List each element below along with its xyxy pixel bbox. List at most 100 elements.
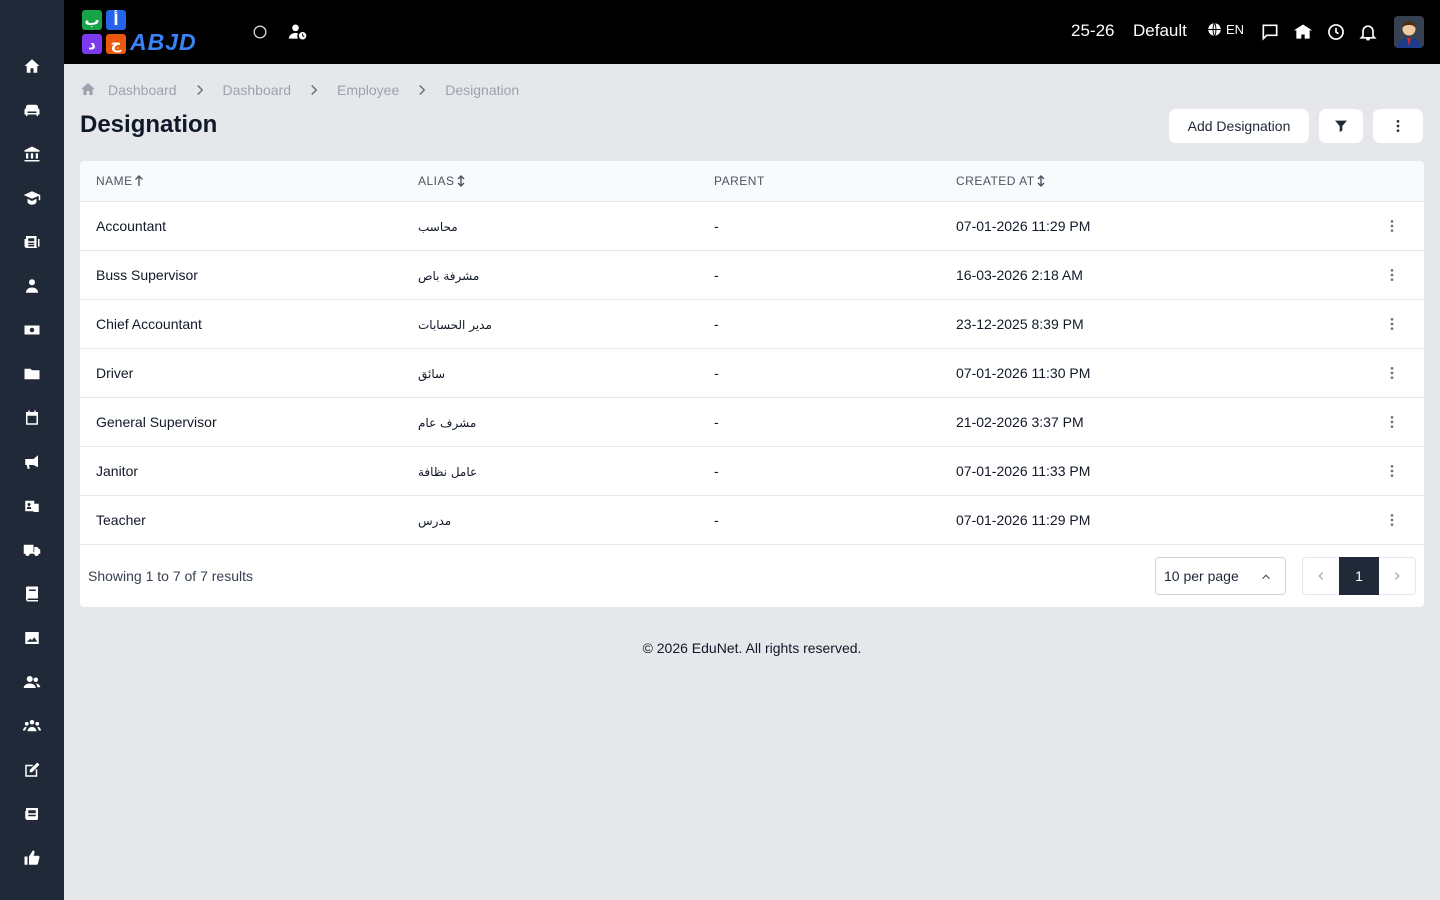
row-actions-icon[interactable] <box>1382 461 1402 481</box>
cell-parent: - <box>714 267 719 283</box>
book-icon[interactable] <box>22 584 42 604</box>
cell-alias: مدير الحسابات <box>418 318 492 332</box>
per-page-select[interactable]: 10 per page <box>1155 557 1286 595</box>
bell-icon[interactable] <box>1356 20 1380 44</box>
table-row[interactable]: Janitor عامل نظافة - 07-01-2026 11:33 PM <box>80 447 1424 496</box>
language-switcher[interactable]: EN <box>1207 22 1244 37</box>
sidebar <box>0 0 64 900</box>
calendar-icon[interactable] <box>22 408 42 428</box>
cell-created-at: 21-02-2026 3:37 PM <box>956 414 1084 430</box>
page-button-current[interactable]: 1 <box>1339 557 1379 595</box>
column-name[interactable]: NAME <box>96 174 144 188</box>
designation-table: NAME ALIAS PARENT CREATED AT Accountant … <box>80 161 1424 607</box>
logo-wordmark: ABJD <box>130 29 197 55</box>
sort-icon <box>1037 175 1045 187</box>
cell-parent: - <box>714 512 719 528</box>
cell-alias: مشرف عام <box>418 416 477 430</box>
table-row[interactable]: General Supervisor مشرف عام - 21-02-2026… <box>80 398 1424 447</box>
logo-letter: أ <box>106 10 126 30</box>
row-actions-icon[interactable] <box>1382 412 1402 432</box>
column-label: ALIAS <box>418 174 455 188</box>
cell-created-at: 16-03-2026 2:18 AM <box>956 267 1083 283</box>
cell-alias: محاسب <box>418 220 458 234</box>
table-row[interactable]: Accountant محاسب - 07-01-2026 11:29 PM <box>80 202 1424 251</box>
group-icon[interactable] <box>22 716 42 736</box>
home-icon[interactable] <box>80 81 108 100</box>
user-clock-icon[interactable] <box>286 20 310 44</box>
breadcrumb-item[interactable]: Employee <box>337 82 399 98</box>
prev-page-button[interactable] <box>1303 558 1339 594</box>
cell-parent: - <box>714 365 719 381</box>
kebab-icon <box>1396 120 1400 132</box>
row-actions-icon[interactable] <box>1382 363 1402 383</box>
cell-parent: - <box>714 316 719 332</box>
filter-button[interactable] <box>1318 108 1364 144</box>
chat-icon[interactable] <box>1258 20 1282 44</box>
profile-default[interactable]: Default <box>1133 21 1187 41</box>
cell-name: Accountant <box>96 218 167 234</box>
chevron-right-icon <box>305 81 323 99</box>
cell-alias: مدرس <box>418 514 452 528</box>
clock-icon[interactable] <box>1324 20 1348 44</box>
money-icon[interactable] <box>22 320 42 340</box>
sofa-icon[interactable] <box>22 100 42 120</box>
cell-parent: - <box>714 414 719 430</box>
cell-created-at: 23-12-2025 8:39 PM <box>956 316 1084 332</box>
logo-letter: د <box>82 34 102 54</box>
row-actions-icon[interactable] <box>1382 216 1402 236</box>
table-row[interactable]: Chief Accountant مدير الحسابات - 23-12-2… <box>80 300 1424 349</box>
chevron-up-icon <box>1262 574 1270 580</box>
id-card-icon[interactable] <box>22 496 42 516</box>
cell-created-at: 07-01-2026 11:33 PM <box>956 463 1091 479</box>
circle-icon[interactable] <box>248 20 272 44</box>
user-tie-icon[interactable] <box>22 276 42 296</box>
users-icon[interactable] <box>22 672 42 692</box>
cell-name: Chief Accountant <box>96 316 202 332</box>
next-page-button[interactable] <box>1379 558 1415 594</box>
home-icon[interactable] <box>22 56 42 76</box>
image-icon[interactable] <box>22 628 42 648</box>
abjd-logo[interactable]: ب أ د ج ABJD <box>80 8 226 56</box>
table-row[interactable]: Buss Supervisor مشرفة باص - 16-03-2026 2… <box>80 251 1424 300</box>
breadcrumb-item[interactable]: Dashboard <box>223 82 292 98</box>
avatar[interactable] <box>1394 16 1424 48</box>
folder-icon[interactable] <box>22 364 42 384</box>
column-label: NAME <box>96 174 133 188</box>
breadcrumb: Dashboard Dashboard Employee Designation <box>80 80 519 100</box>
row-actions-icon[interactable] <box>1382 265 1402 285</box>
bank-icon[interactable] <box>22 144 42 164</box>
topbar: ب أ د ج ABJD 25-26 Default EN <box>64 0 1440 64</box>
table-row[interactable]: Teacher مدرس - 07-01-2026 11:29 PM <box>80 496 1424 545</box>
newspaper-icon[interactable] <box>22 232 42 252</box>
edit-icon[interactable] <box>22 760 42 780</box>
add-designation-button[interactable]: Add Designation <box>1168 108 1310 144</box>
column-created-at[interactable]: CREATED AT <box>956 174 1046 188</box>
column-alias[interactable]: ALIAS <box>418 174 466 188</box>
school-icon[interactable] <box>1291 20 1315 44</box>
academic-year[interactable]: 25-26 <box>1071 21 1114 41</box>
more-options-button[interactable] <box>1372 108 1424 144</box>
breadcrumb-item[interactable]: Dashboard <box>108 82 177 98</box>
chevron-right-icon <box>413 81 431 99</box>
graduate-icon[interactable] <box>22 188 42 208</box>
cell-created-at: 07-01-2026 11:29 PM <box>956 218 1091 234</box>
cell-alias: سائق <box>418 367 446 381</box>
sort-asc-icon <box>134 175 143 186</box>
footer-copyright: © 2026 EduNet. All rights reserved. <box>642 640 862 656</box>
truck-icon[interactable] <box>22 540 42 560</box>
news-icon[interactable] <box>22 804 42 824</box>
row-actions-icon[interactable] <box>1382 314 1402 334</box>
row-actions-icon[interactable] <box>1382 510 1402 530</box>
thumbs-up-icon[interactable] <box>22 848 42 868</box>
table-row[interactable]: Driver سائق - 07-01-2026 11:30 PM <box>80 349 1424 398</box>
logo-letter: ج <box>106 34 126 54</box>
logo-letter: ب <box>82 10 102 30</box>
cell-parent: - <box>714 463 719 479</box>
cell-parent: - <box>714 218 719 234</box>
cell-name: Janitor <box>96 463 139 479</box>
megaphone-icon[interactable] <box>22 452 42 472</box>
results-summary: Showing 1 to 7 of 7 results <box>88 568 253 584</box>
cell-alias: عامل نظافة <box>418 465 478 479</box>
pagination: 1 <box>1302 557 1416 595</box>
globe-icon <box>1208 22 1221 37</box>
